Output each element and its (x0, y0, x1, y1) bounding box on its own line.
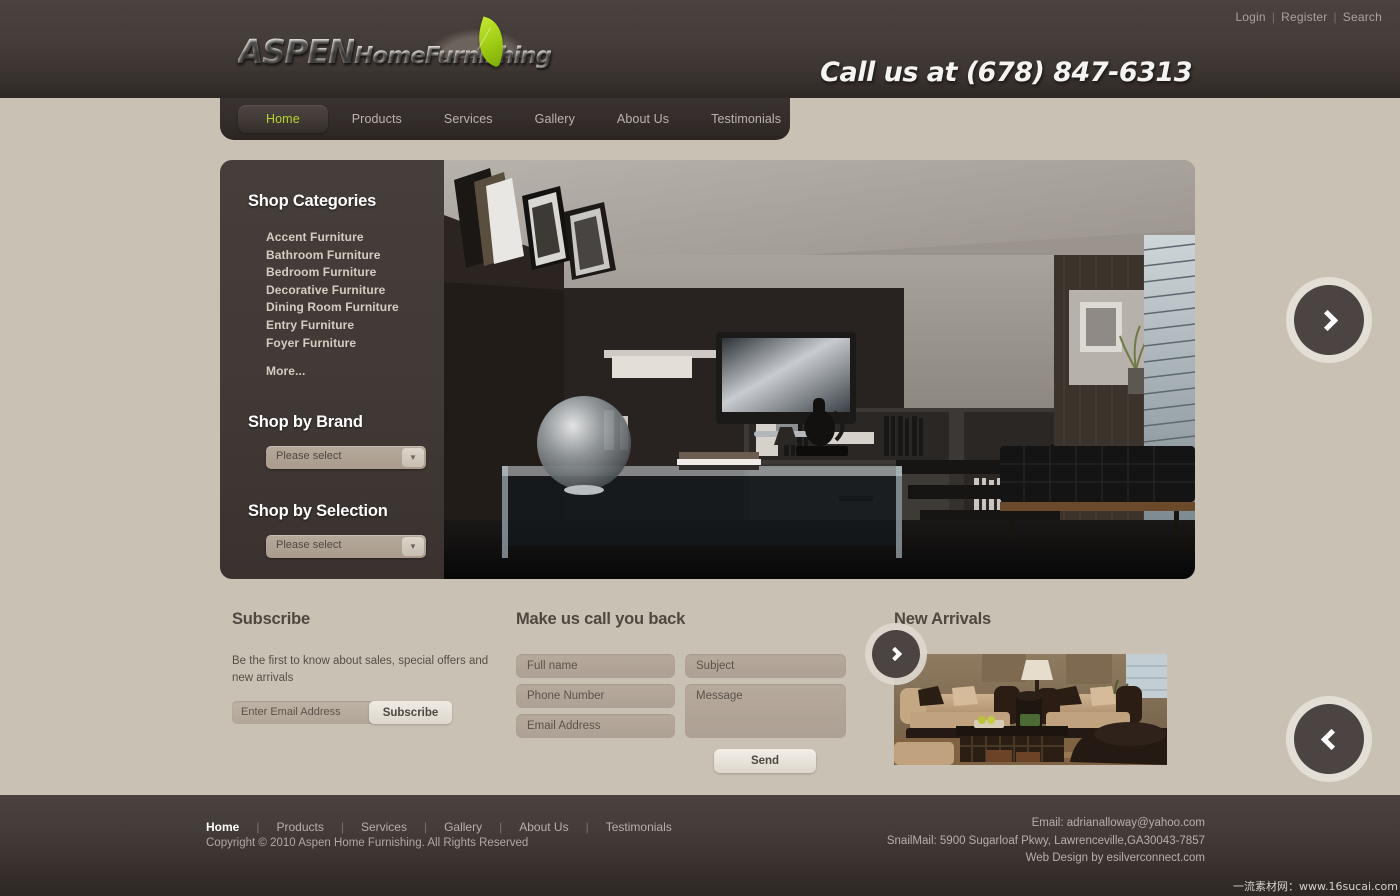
send-button[interactable]: Send (714, 749, 816, 773)
shop-by-brand-title: Shop by Brand (248, 412, 363, 431)
logo-secondary-text: HomeFurnishing (354, 43, 552, 69)
main-navigation: Home Products Services Gallery About Us … (220, 98, 790, 140)
new-arrivals-sofa-illustration (894, 654, 1167, 765)
callback-form: Full name Phone Number Email Address Sub… (516, 654, 876, 773)
subscribe-form: Enter Email Address Subscribe (232, 701, 452, 724)
footer-link-gallery[interactable]: Gallery (444, 820, 482, 834)
middle-section: Subscribe Be the first to know about sal… (0, 600, 1400, 795)
subscribe-email-input[interactable]: Enter Email Address (241, 706, 341, 718)
footer-separator-1: | (256, 820, 260, 834)
subscribe-title: Subscribe (232, 610, 310, 628)
footer-link-home[interactable]: Home (206, 820, 239, 834)
copyright-text: Copyright © 2010 Aspen Home Furnishing. … (206, 837, 529, 849)
subject-field[interactable]: Subject (685, 654, 846, 678)
category-item-bathroom[interactable]: Bathroom Furniture (266, 247, 444, 265)
subscribe-description: Be the first to know about sales, specia… (232, 655, 489, 684)
footer-link-testimonials[interactable]: Testimonials (606, 820, 672, 834)
shop-categories-list: Accent Furniture Bathroom Furniture Bedr… (220, 229, 444, 381)
nav-item-testimonials[interactable]: Testimonials (693, 105, 799, 133)
hero-image (444, 160, 1195, 579)
new-arrivals-block: New Arrivals (872, 610, 1194, 765)
search-link[interactable]: Search (1343, 10, 1382, 24)
selection-select-value: Please select (276, 538, 342, 551)
category-item-bedroom[interactable]: Bedroom Furniture (266, 264, 444, 282)
shop-by-selection-title: Shop by Selection (248, 501, 388, 520)
phone-number: Call us at (678) 847-6313 (820, 57, 1192, 88)
nav-item-about-us[interactable]: About Us (599, 105, 687, 133)
footer-contact-info: Email: adrianalloway@yahoo.com SnailMail… (887, 815, 1205, 868)
util-separator-2: | (1333, 10, 1337, 24)
new-arrivals-title: New Arrivals (894, 610, 991, 628)
nav-item-home[interactable]: Home (238, 105, 328, 133)
brand-select[interactable]: Please select ▼ (266, 445, 426, 469)
hero-section: Shop Categories Accent Furniture Bathroo… (220, 160, 1364, 774)
full-name-field[interactable]: Full name (516, 654, 675, 678)
new-arrivals-image[interactable] (894, 654, 1167, 765)
register-link[interactable]: Register (1281, 10, 1327, 24)
footer-separator-4: | (499, 820, 503, 834)
nav-item-products[interactable]: Products (334, 105, 420, 133)
selection-select[interactable]: Please select ▼ (266, 534, 426, 558)
callback-block: Make us call you back Full name Phone Nu… (516, 610, 876, 773)
category-item-foyer[interactable]: Foyer Furniture (266, 335, 444, 353)
chevron-down-icon[interactable]: ▼ (402, 447, 424, 467)
new-arrivals-next-button[interactable] (872, 630, 920, 678)
footer-email[interactable]: Email: adrianalloway@yahoo.com (887, 815, 1205, 833)
hero-living-room-illustration (444, 160, 1195, 579)
site-footer: Home | Products | Services | Gallery | About Us |… (0, 795, 1400, 896)
message-field[interactable]: Message (685, 684, 846, 738)
site-header: Login | Register | Search ASPENHomeFurnishin… (0, 0, 1400, 98)
footer-separator-3: | (423, 820, 428, 834)
footer-separator-5: | (585, 820, 589, 834)
login-link[interactable]: Login (1235, 10, 1265, 24)
category-item-decorative[interactable]: Decorative Furniture (266, 282, 444, 300)
footer-separator-2: | (340, 820, 344, 834)
footer-navigation: Home | Products | Services | Gallery | About Us |… (206, 820, 672, 834)
site-logo[interactable]: ASPENHomeFurnishing (238, 22, 552, 78)
email-address-field[interactable]: Email Address (516, 714, 675, 738)
category-item-accent[interactable]: Accent Furniture (266, 229, 444, 247)
message-placeholder: Message (696, 690, 743, 702)
phone-number-field[interactable]: Phone Number (516, 684, 675, 708)
email-address-placeholder: Email Address (527, 720, 601, 732)
brand-select-value: Please select (276, 449, 342, 462)
watermark: 一流素材网：www.16sucai.com (1232, 880, 1398, 893)
nav-item-gallery[interactable]: Gallery (517, 105, 593, 133)
category-more-link[interactable]: More... (266, 363, 444, 381)
nav-item-services[interactable]: Services (426, 105, 511, 133)
logo-wordmark: ASPENHomeFurnishing (238, 32, 552, 71)
phone-number-placeholder: Phone Number (527, 690, 605, 702)
logo-primary-text: ASPEN (238, 32, 356, 71)
subscribe-button[interactable]: Subscribe (369, 701, 452, 724)
footer-credit[interactable]: Web Design by esilverconnect.com (887, 850, 1205, 868)
footer-snailmail: SnailMail: 5900 Sugarloaf Pkwy, Lawrence… (886, 834, 1205, 847)
shop-categories-title: Shop Categories (248, 192, 377, 210)
footer-link-about-us[interactable]: About Us (519, 820, 568, 834)
chevron-right-icon (1316, 309, 1338, 331)
subscribe-block: Subscribe Be the first to know about sal… (232, 610, 492, 724)
util-separator-1: | (1271, 10, 1276, 24)
category-item-dining-room[interactable]: Dining Room Furniture (266, 299, 444, 317)
subject-placeholder: Subject (696, 660, 735, 672)
full-name-placeholder: Full name (527, 660, 578, 672)
footer-link-products[interactable]: Products (276, 820, 323, 834)
footer-link-services[interactable]: Services (361, 820, 407, 834)
category-item-entry[interactable]: Entry Furniture (266, 317, 444, 335)
callback-title: Make us call you back (516, 610, 686, 628)
shop-sidebar: Shop Categories Accent Furniture Bathroo… (220, 160, 444, 579)
utility-links: Login | Register | Search (1235, 10, 1382, 24)
hero-next-button[interactable] (1294, 285, 1364, 355)
chevron-down-icon[interactable]: ▼ (402, 536, 424, 556)
chevron-right-icon (887, 646, 902, 662)
